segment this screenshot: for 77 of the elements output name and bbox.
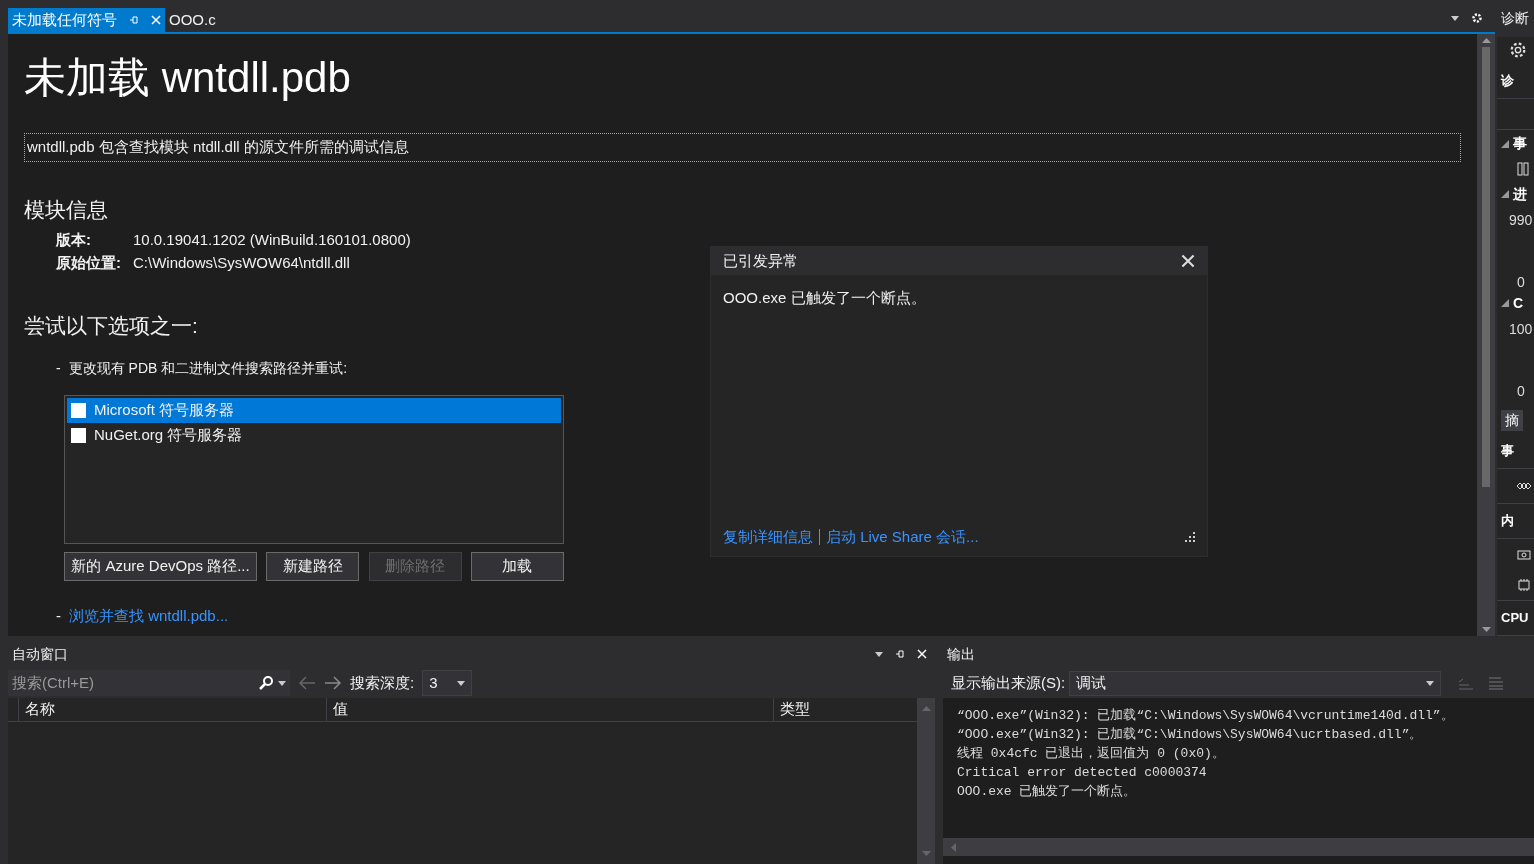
page-title: 未加载 wntdll.pdb (24, 53, 352, 103)
info-label: 原始位置: (56, 252, 121, 273)
settings-icon[interactable] (1509, 41, 1527, 60)
vertical-scrollbar[interactable] (1477, 34, 1495, 636)
horizontal-scrollbar[interactable] (943, 838, 1534, 856)
source-dropdown[interactable]: 调试 (1069, 670, 1442, 696)
section-heading: 尝试以下选项之一: (24, 313, 199, 339)
bullet-dash: - (56, 358, 61, 378)
popup-link[interactable]: 复制详细信息 (723, 525, 813, 548)
info-label: 版本: (56, 230, 92, 250)
scroll-down-icon[interactable] (1481, 627, 1491, 632)
diagnostics-heading: 诊 (1499, 72, 1514, 91)
expander-icon[interactable] (1501, 139, 1509, 148)
popup-title: 已引发异常 (723, 250, 798, 271)
diagnostics-heading: 事 (1500, 442, 1514, 461)
pin-icon[interactable] (895, 649, 905, 659)
action-button[interactable]: 新的 Azure DevOps 路径... (64, 551, 257, 581)
settings-icon[interactable] (1471, 12, 1483, 24)
output-line: “OOO.exe”(Win32): 已加载“C:\Windows\SysWOW64\ucrtbased.dll”。 (957, 726, 1424, 744)
chart-value: 990 (1509, 211, 1533, 228)
chart-value: 0 (1517, 382, 1525, 399)
chart-value: 0 (1517, 273, 1525, 290)
summary-tab[interactable]: 摘 (1501, 410, 1523, 431)
bullet-dash: - (56, 605, 61, 626)
panel-title: 输出 (947, 644, 975, 664)
info-value: C:\Windows\SysWOW64\ntdll.dll (133, 252, 351, 273)
back-arrow-icon[interactable] (298, 676, 316, 690)
scroll-up-icon[interactable] (1481, 38, 1491, 43)
forward-arrow-icon[interactable] (324, 676, 342, 690)
column-header[interactable]: 名称 (18, 698, 326, 721)
resize-grip-icon[interactable] (1185, 531, 1195, 542)
checkbox[interactable] (71, 427, 86, 443)
section-heading: 模块信息 (24, 196, 109, 223)
option-text: 更改现有 PDB 和二进制文件搜索路径并重试: (68, 358, 348, 378)
description-text: wntdll.pdb 包含查找模块 ntdll.dll 的源文件所需的调试信息 (24, 133, 1461, 162)
search-field[interactable]: 搜索(Ctrl+E) (8, 670, 290, 696)
popup-message: OOO.exe 已触发了一个断点。 (722, 288, 927, 308)
diagnostics-heading: 内 (1500, 512, 1514, 531)
caret-icon (278, 680, 286, 686)
caret-icon (457, 680, 466, 686)
depth-label: 搜索深度: (350, 672, 415, 693)
symbol-server-item[interactable]: Microsoft 符号服务器 (67, 397, 561, 423)
column-header[interactable]: 值 (326, 698, 773, 721)
diamonds-icon[interactable] (1517, 482, 1531, 490)
document-tab[interactable]: OOO.c (165, 8, 220, 32)
section-label: C (1513, 293, 1524, 313)
diagnostics-heading: CPU (1500, 609, 1529, 628)
panel-title: 自动窗口 (12, 644, 68, 664)
camera-icon[interactable] (1517, 548, 1531, 561)
depth-dropdown[interactable]: 3 (422, 670, 473, 696)
search-input[interactable]: 搜索(Ctrl+E) (12, 671, 258, 695)
memory-chip-icon[interactable] (1517, 579, 1531, 591)
expander-icon[interactable] (1501, 299, 1509, 308)
output-line: OOO.exe 已触发了一个断点。 (957, 783, 1138, 801)
info-value: 10.0.19041.1202 (WinBuild.160101.0800) (133, 230, 411, 250)
checkbox[interactable] (71, 402, 86, 418)
symbol-server-item[interactable]: NuGet.org 符号服务器 (67, 422, 561, 448)
dropdown-icon (875, 651, 883, 657)
scrollbar-thumb[interactable] (1482, 47, 1490, 487)
chart-value: 100 (1509, 320, 1533, 337)
search-icon[interactable] (258, 675, 274, 691)
caret-icon (1426, 680, 1435, 686)
symbol-server-list[interactable]: Microsoft 符号服务器 NuGet.org 符号服务器 (64, 394, 564, 544)
pause-icon[interactable] (1517, 161, 1529, 176)
section-label: 事 (1513, 134, 1527, 154)
expander-icon[interactable] (1501, 190, 1509, 199)
popup-link[interactable]: 启动 Live Share 会话... (826, 525, 979, 548)
action-button[interactable]: 加载 (471, 551, 564, 581)
dropdown-icon (1451, 15, 1459, 21)
browse-link[interactable]: 浏览并查找 wntdll.pdb... (69, 604, 229, 627)
section-label: 进 (1513, 184, 1527, 204)
output-line: 线程 0x4cfc 已退出，返回值为 0 (0x0)。 (957, 745, 1226, 763)
output-line: Critical error detected c0000374 (957, 764, 1208, 782)
source-label: 显示输出来源(S): (951, 672, 1066, 693)
output-line: “OOO.exe”(Win32): 已加载“C:\Windows\SysWOW64\vcruntime140d.dll”。 (957, 707, 1455, 725)
action-button[interactable]: 新建路径 (266, 551, 360, 581)
close-icon[interactable] (1181, 254, 1195, 268)
